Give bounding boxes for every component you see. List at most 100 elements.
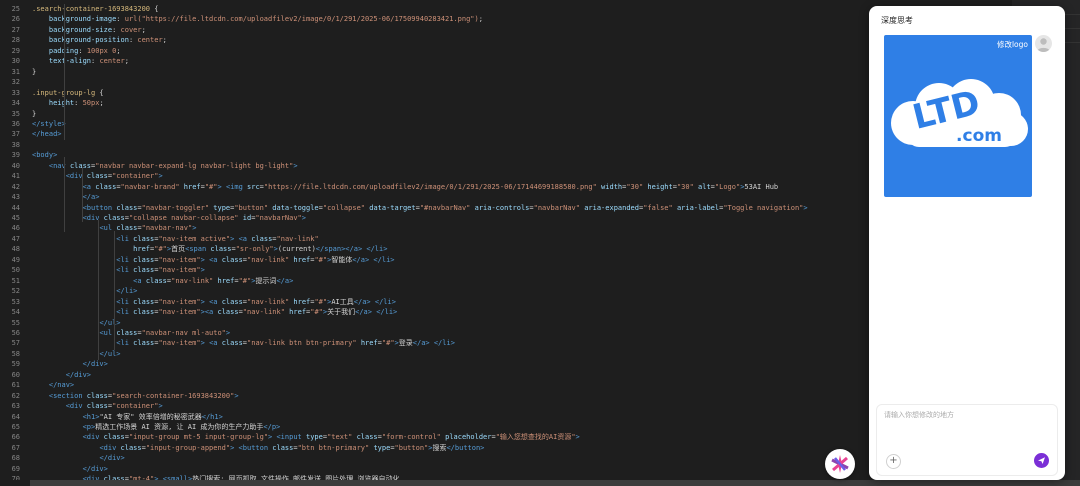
line-number: 46	[11, 224, 20, 233]
line-number: 68	[11, 454, 20, 463]
code-text: <li class="nav-item">	[116, 266, 205, 275]
line-number: 49	[11, 255, 20, 264]
message-input-box[interactable]: 请输入你想修改的地方 +	[876, 404, 1058, 476]
code-text: <li class="nav-item"> <a class="nav-link…	[116, 297, 396, 306]
line-number: 62	[11, 391, 20, 400]
send-icon	[1038, 457, 1045, 464]
code-text: </ul>	[99, 318, 121, 327]
code-text: <li class="nav-item"> <a class="nav-link…	[116, 255, 395, 264]
line-number: 27	[11, 25, 20, 34]
code-text: padding: 100px 0;	[49, 46, 121, 55]
chat-panel: 深度思考 修改logo LTD .com 请输入你想修改的地方 +	[869, 6, 1065, 480]
logo-text-com: .com	[956, 126, 1002, 146]
code-text: }	[32, 109, 37, 118]
indent-guide	[98, 220, 99, 360]
assistant-logo-icon	[831, 455, 849, 473]
code-text: </div>	[65, 370, 92, 379]
horizontal-scrollbar[interactable]	[30, 480, 1080, 486]
send-button[interactable]	[1034, 453, 1049, 468]
code-text: <a class="nav-link" href="#">提示词</a>	[133, 276, 294, 285]
line-number: 60	[11, 370, 20, 379]
line-number: 40	[11, 161, 20, 170]
indent-guide	[64, 4, 65, 140]
line-number: 29	[11, 46, 20, 55]
line-number: 43	[11, 193, 20, 202]
avatar-icon	[1037, 38, 1050, 52]
line-number: 59	[11, 360, 20, 369]
code-text: </div>	[82, 360, 108, 369]
line-number: 53	[11, 297, 20, 306]
line-number: 50	[11, 266, 20, 275]
line-number: 57	[11, 339, 20, 348]
line-number: 45	[11, 214, 20, 222]
user-message-image[interactable]: 修改logo LTD .com	[884, 35, 1032, 197]
panel-title: 深度思考	[881, 16, 913, 25]
line-number: 38	[11, 140, 20, 149]
line-number: 33	[11, 88, 20, 97]
code-text: text-align: center;	[48, 57, 129, 66]
line-number: 44	[11, 203, 20, 212]
line-number: 41	[11, 172, 20, 181]
code-text: background-size: cover;	[48, 25, 146, 34]
code-text: <a class="navbar-brand" href="#"> <img s…	[82, 182, 779, 191]
line-number: 55	[11, 318, 20, 327]
line-number: 32	[11, 78, 20, 87]
line-number: 64	[11, 412, 20, 421]
line-number: 58	[11, 349, 20, 358]
code-text: <nav class="navbar navbar-expand-lg navb…	[48, 161, 298, 170]
code-text: <section class="search-container-1693843…	[48, 391, 239, 400]
code-text: <li class="nav-item"><a class="nav-link"…	[116, 308, 398, 317]
code-text: <p>精选工作场景 AI 资源, 让 AI 成为你的生产力助手</p>	[82, 423, 281, 431]
code-text: <li class="nav-item active"> <a class="n…	[116, 234, 319, 243]
line-number: 47	[11, 234, 20, 243]
code-text: </style>	[32, 119, 66, 128]
code-text: </li>	[116, 287, 138, 296]
indent-guide	[82, 167, 83, 222]
line-number: 34	[11, 99, 20, 108]
line-number: 39	[11, 151, 20, 160]
code-text: </head>	[32, 130, 62, 139]
indent-guide	[64, 157, 65, 232]
code-text: <div class="input-group-append"> <button…	[99, 443, 485, 452]
line-number: 54	[11, 308, 20, 317]
add-attachment-button[interactable]: +	[886, 454, 901, 469]
line-number: 37	[11, 130, 20, 139]
line-number: 61	[11, 381, 20, 390]
message-input-placeholder: 请输入你想修改的地方	[884, 411, 954, 419]
line-number: 31	[11, 67, 20, 76]
line-number: 35	[11, 109, 20, 118]
line-number: 66	[11, 433, 20, 442]
code-text: </a>	[82, 193, 100, 202]
line-number: 48	[11, 245, 20, 254]
code-text: <div class="container">	[65, 172, 163, 181]
code-text: <body>	[32, 151, 58, 160]
code-text: background-image: url("https://file.ltdc…	[48, 15, 483, 24]
code-text: <button class="navbar-toggler" type="but…	[82, 203, 913, 212]
line-number: 42	[11, 182, 20, 191]
code-text: <div class="collapse navbar-collapse" id…	[82, 214, 306, 222]
assistant-fab-button[interactable]	[825, 449, 855, 479]
line-number: 63	[11, 402, 20, 411]
message-text: 修改logo	[996, 40, 1028, 49]
ltd-logo-image: LTD .com	[891, 79, 1028, 147]
code-text: <div class="container">	[65, 402, 163, 411]
code-text: </nav>	[48, 381, 75, 390]
line-number: 28	[11, 36, 20, 45]
line-number: 36	[11, 119, 20, 128]
code-text: </div>	[82, 464, 108, 473]
code-text: </div>	[99, 454, 125, 463]
code-text: }	[32, 67, 37, 76]
code-text: height: 50px;	[48, 99, 104, 108]
line-number: 56	[11, 328, 20, 337]
code-text: </ul>	[99, 349, 121, 358]
line-number: 26	[11, 15, 20, 24]
line-number: 51	[11, 276, 20, 285]
line-number: 70	[11, 475, 20, 480]
line-number: 52	[11, 287, 20, 296]
indent-guide	[114, 231, 115, 350]
line-number: 30	[11, 57, 20, 66]
line-number: 65	[11, 423, 20, 431]
code-text: .search-container-1693843200 {	[32, 5, 159, 13]
line-number: 69	[11, 464, 20, 473]
code-text: href="#">首页<span class="sr-only">(curren…	[133, 245, 388, 254]
